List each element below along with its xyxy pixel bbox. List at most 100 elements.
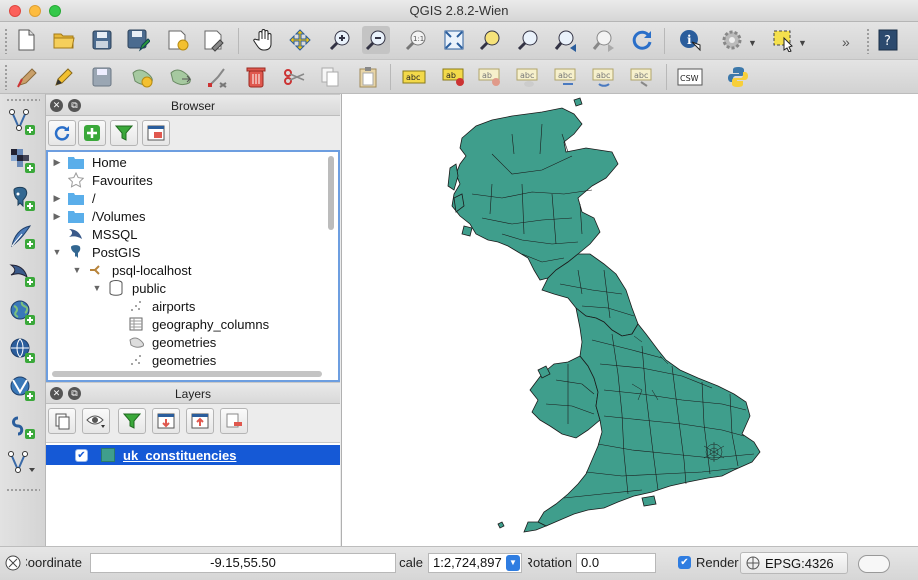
layer-row-uk-constituencies[interactable]: ✔ uk_constituencies — [46, 445, 340, 465]
save-as-icon[interactable] — [124, 26, 152, 54]
add-raster-layer-icon[interactable] — [6, 144, 38, 176]
action-dropdown-icon[interactable]: ▼ — [748, 38, 757, 48]
filter-legend-icon[interactable] — [118, 408, 146, 434]
label-properties-icon[interactable]: abc — [628, 63, 656, 91]
expand-arrow-icon[interactable]: ▶ — [52, 211, 62, 222]
tree-item-root[interactable]: ▶ / — [52, 189, 96, 207]
zoom-full-icon[interactable] — [440, 26, 468, 54]
rotation-field[interactable]: 0.0 — [576, 553, 656, 573]
more-icon[interactable]: » — [842, 34, 850, 50]
zoom-native-icon[interactable]: 1:1 — [402, 26, 430, 54]
add-mssql-layer-icon[interactable] — [6, 258, 38, 290]
zoom-next-icon[interactable] — [590, 26, 618, 54]
delete-selected-icon[interactable] — [242, 63, 270, 91]
browser-tree[interactable]: ▶ Home Favourites ▶ / ▶ /Volumes MSSQL ▼… — [46, 150, 340, 382]
add-delimited-text-icon[interactable] — [6, 410, 38, 442]
add-feature-icon[interactable] — [128, 63, 156, 91]
composer-manager-icon[interactable] — [200, 26, 228, 54]
toolbar-grip[interactable] — [6, 98, 40, 102]
layers-list[interactable]: ✔ uk_constituencies — [46, 442, 340, 546]
csw-icon[interactable]: CSW — [676, 63, 704, 91]
tree-item-geometries-point[interactable]: geometries — [112, 351, 216, 369]
tree-item-psql-localhost[interactable]: ▼ psql-localhost — [72, 261, 192, 279]
tree-item-public[interactable]: ▼ public — [92, 279, 166, 297]
toggle-extents-icon[interactable] — [4, 554, 22, 572]
add-wms-layer-icon[interactable] — [6, 296, 38, 328]
add-wfs-layer-icon[interactable] — [6, 372, 38, 404]
pan-icon[interactable] — [250, 26, 278, 54]
layer-visibility-checkbox[interactable]: ✔ — [75, 448, 88, 462]
remove-layer-icon[interactable] — [220, 408, 248, 434]
new-shapefile-icon[interactable] — [6, 448, 38, 480]
add-wcs-layer-icon[interactable] — [6, 334, 38, 366]
collapse-all-icon[interactable] — [142, 120, 170, 146]
new-project-icon[interactable] — [12, 26, 40, 54]
show-hide-labels-icon[interactable]: ab — [476, 63, 504, 91]
cut-icon[interactable] — [280, 63, 308, 91]
move-feature-icon[interactable] — [166, 63, 194, 91]
copy-icon[interactable] — [316, 63, 344, 91]
toolbar-grip[interactable] — [4, 28, 8, 54]
tree-item-home[interactable]: ▶ Home — [52, 153, 127, 171]
expand-arrow-icon[interactable]: ▶ — [52, 193, 62, 204]
help-icon[interactable]: ? — [874, 26, 902, 54]
render-checkbox[interactable]: ✔ — [678, 556, 691, 569]
collapse-arrow-icon[interactable]: ▼ — [92, 283, 102, 293]
collapse-arrow-icon[interactable]: ▼ — [52, 247, 62, 257]
messages-icon[interactable] — [858, 555, 890, 573]
select-icon[interactable] — [770, 26, 798, 54]
manage-visibility-icon[interactable] — [82, 408, 110, 434]
save-project-icon[interactable] — [88, 26, 116, 54]
add-vector-layer-icon[interactable] — [6, 106, 38, 138]
tree-item-geography-columns[interactable]: geography_columns — [112, 315, 269, 333]
add-group-icon[interactable] — [48, 408, 76, 434]
crs-button[interactable]: EPSG:4326 — [740, 552, 848, 574]
pin-label-icon[interactable]: ab — [440, 63, 468, 91]
current-edits-icon[interactable] — [14, 63, 42, 91]
rotate-label-icon[interactable]: abc — [552, 63, 580, 91]
tree-item-postgis[interactable]: ▼ PostGIS — [52, 243, 141, 261]
paste-icon[interactable] — [354, 63, 382, 91]
chevron-down-icon[interactable]: ▼ — [506, 555, 520, 571]
add-selected-icon[interactable] — [78, 120, 106, 146]
add-postgis-layer-icon[interactable] — [6, 182, 38, 214]
uk-constituencies-map[interactable] — [342, 94, 918, 546]
zoom-in-icon[interactable] — [326, 26, 354, 54]
change-label-icon[interactable]: abc — [590, 63, 618, 91]
tree-item-mssql[interactable]: MSSQL — [52, 225, 138, 243]
vertical-scrollbar[interactable] — [328, 156, 334, 230]
collapse-arrow-icon[interactable]: ▼ — [72, 265, 82, 275]
add-spatialite-layer-icon[interactable] — [6, 220, 38, 252]
filter-icon[interactable] — [110, 120, 138, 146]
coordinate-field[interactable]: -9.15,55.50 — [90, 553, 396, 573]
new-print-composer-icon[interactable] — [164, 26, 192, 54]
pan-to-selection-icon[interactable] — [286, 26, 314, 54]
zoom-to-selection-icon[interactable] — [476, 26, 504, 54]
zoom-out-icon[interactable] — [362, 26, 390, 54]
python-console-icon[interactable] — [724, 63, 752, 91]
identify-icon[interactable]: i — [676, 26, 704, 54]
label-icon[interactable]: abc — [400, 63, 428, 91]
toolbar-grip[interactable] — [6, 488, 40, 492]
expand-all-icon[interactable] — [152, 408, 180, 434]
refresh-icon[interactable] — [628, 26, 656, 54]
select-dropdown-icon[interactable]: ▼ — [798, 38, 807, 48]
node-tool-icon[interactable] — [204, 63, 232, 91]
tree-item-geometries-polygon[interactable]: geometries — [112, 333, 216, 351]
save-edits-icon[interactable] — [88, 63, 116, 91]
tree-item-volumes[interactable]: ▶ /Volumes — [52, 207, 146, 225]
tree-item-favourites[interactable]: Favourites — [52, 171, 153, 189]
map-canvas[interactable] — [341, 94, 918, 546]
move-label-icon[interactable]: abc — [514, 63, 542, 91]
tree-item-airports[interactable]: airports — [112, 297, 195, 315]
zoom-to-layer-icon[interactable] — [514, 26, 542, 54]
horizontal-scrollbar[interactable] — [52, 371, 322, 377]
expand-arrow-icon[interactable]: ▶ — [52, 157, 62, 168]
toolbar-grip[interactable] — [866, 28, 870, 54]
action-icon[interactable] — [718, 26, 746, 54]
toolbar-grip[interactable] — [4, 64, 8, 90]
collapse-all-icon[interactable] — [186, 408, 214, 434]
scale-combobox[interactable]: 1:2,724,897 ▼ — [428, 553, 522, 573]
open-project-icon[interactable] — [50, 26, 78, 54]
toggle-editing-icon[interactable] — [50, 63, 78, 91]
